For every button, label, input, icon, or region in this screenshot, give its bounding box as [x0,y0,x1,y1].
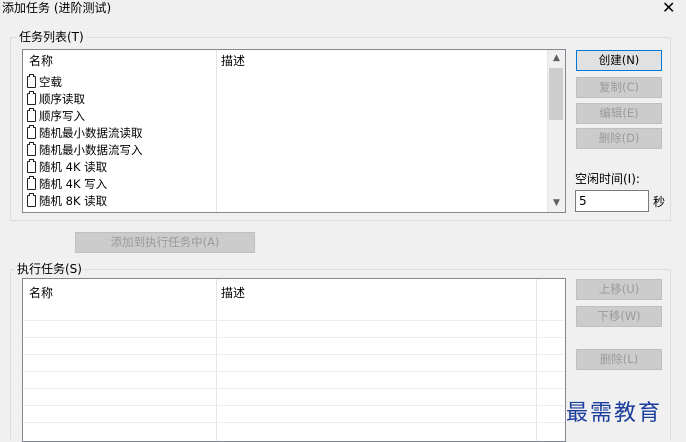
idle-time-label: 空闲时间(I): [575,172,640,186]
idle-time-unit: 秒 [653,195,666,209]
list-item[interactable]: 随机最小数据流写入 [27,142,143,159]
exec-tasks-list-view[interactable]: 名称 描述 [22,278,566,442]
idle-time-input[interactable]: 5 [575,190,649,212]
column-name[interactable]: 名称 [29,284,53,301]
edit-button[interactable]: 编辑(E) [576,103,662,124]
close-button[interactable]: ✕ [662,0,675,18]
list-item[interactable]: 空载 [27,74,62,91]
clipboard-icon [27,91,36,105]
scroll-down-arrow-icon[interactable]: ▼ [548,195,565,212]
column-name[interactable]: 名称 [29,52,53,69]
clipboard-icon [27,125,36,139]
column-description[interactable]: 描述 [221,284,245,301]
list-item[interactable]: 随机 4K 写入 [27,176,107,193]
list-item[interactable]: 顺序写入 [27,108,85,125]
column-divider [536,279,537,441]
column-divider [216,50,217,212]
list-item[interactable]: 随机 4K 读取 [27,159,107,176]
exec-list-header: 名称 描述 [23,279,565,300]
delete-exec-button[interactable]: 删除(L) [576,349,662,370]
copy-button[interactable]: 复制(C) [576,77,662,98]
task-list-group-label: 任务列表(T) [17,30,86,44]
move-up-button[interactable]: 上移(U) [576,279,662,300]
move-down-button[interactable]: 下移(W) [576,306,662,327]
scroll-thumb[interactable] [549,68,563,120]
clipboard-icon [27,176,36,190]
column-description[interactable]: 描述 [221,52,245,69]
row-divider [23,320,565,321]
task-list-view[interactable]: 名称 描述 空载 顺序读取 顺序写入 随机最小数据流读取 随机最小数据流写入 随… [22,49,566,213]
task-list-scrollbar[interactable]: ▲ ▼ [547,50,565,212]
row-divider [23,388,565,389]
clipboard-icon [27,108,36,122]
row-divider [23,371,565,372]
list-item[interactable]: 随机 8K 读取 [27,193,107,210]
row-divider [23,405,565,406]
delete-task-button[interactable]: 删除(D) [576,128,662,149]
clipboard-icon [27,74,36,88]
list-item[interactable]: 随机最小数据流读取 [27,125,143,142]
exec-tasks-group-label: 执行任务(S) [15,262,84,276]
window-title: 添加任务 (进阶测试) [2,1,112,15]
clipboard-icon [27,142,36,156]
column-divider [216,279,217,441]
create-button[interactable]: 创建(N) [576,50,662,71]
clipboard-icon [27,193,36,207]
task-list-header: 名称 描述 [23,50,565,68]
list-item[interactable]: 顺序读取 [27,91,85,108]
clipboard-icon [27,159,36,173]
row-divider [23,422,565,423]
row-divider [23,337,565,338]
scroll-up-arrow-icon[interactable]: ▲ [548,50,565,67]
add-to-exec-button[interactable]: 添加到执行任务中(A) [75,232,255,253]
row-divider [23,354,565,355]
watermark-text: 最需教育 [566,401,663,426]
